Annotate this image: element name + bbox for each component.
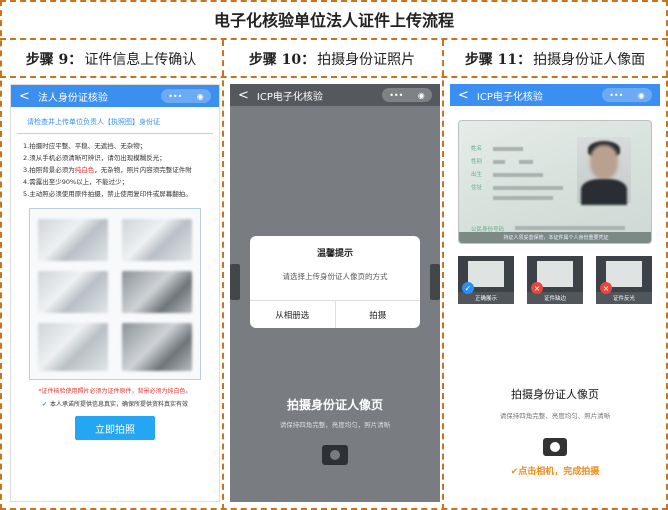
example-thumbnails: ✓ 正确展示 × 证件缺边 × 证件反光 [458,256,652,306]
sample-image [122,271,192,313]
phone-screen-step-11: < ICP电子化核验 ••• ◉ 姓名 性别 出生 住址 公民身份号码 持证人须… [450,84,660,502]
capture-subtitle: 请保持四角完整，亮度均匀，照片清晰 [279,421,391,429]
page-title: 电子化核验单位法人证件上传流程 [0,0,668,40]
frame-edge [230,264,240,300]
capsule-menu[interactable]: ••• ◉ [382,88,432,102]
capture-subtitle: 请保持四角完整、亮度均匀、照片清晰 [499,412,611,420]
dialog-title: 温馨提示 [316,249,353,259]
camera-icon[interactable] [322,445,348,465]
upload-method-dialog: 温馨提示 请选择上传身份证人像页的方式 从相册选 拍摄 [250,236,420,328]
nav-title: 法人身份证核验 [37,92,108,104]
sample-photos-box [29,208,201,380]
capsule-menu[interactable]: ••• ◉ [602,88,652,102]
capture-hint: ✔点击相机，完成拍摄 [510,467,600,477]
nav-bar: < ICP电子化核验 ••• ◉ [230,84,440,106]
sample-image [122,219,192,261]
close-target-icon[interactable]: ◉ [418,91,425,100]
camera-overlay: 温馨提示 请选择上传身份证人像页的方式 从相册选 拍摄 拍摄身份证人像页 请保持… [230,106,440,502]
agreement-text: 本人承诺所提供信息真实，确保所提供资料真实有效 [50,401,189,408]
example-correct: ✓ 正确展示 [458,256,514,306]
more-icon[interactable]: ••• [389,91,403,100]
agreement-checkbox[interactable]: ✔ 本人承诺所提供信息真实，确保所提供资料真实有效 [11,399,219,408]
sample-image [38,219,108,261]
sample-image [122,323,192,371]
sample-image [38,323,108,371]
phone-screen-step-10: < ICP电子化核验 ••• ◉ 温馨提示 请选择上传身份证人像页的方式 从相册… [230,84,440,502]
rule-item: 4.需露出至少90%以上，不能过少； [23,178,129,186]
step-10-label: 步骤 10： 拍摄身份证照片 [222,40,442,78]
id-card-sample: 姓名 性别 出生 住址 公民身份号码 持证人须妥善保管，本证件属个人身份重要凭证 [458,120,652,244]
nav-bar: < ICP电子化核验 ••• ◉ [450,84,660,106]
more-icon[interactable]: ••• [609,91,623,100]
rule-highlight: 纯白色 [74,166,95,174]
close-target-icon[interactable]: ◉ [638,91,645,100]
id-label: 住址 [471,185,483,191]
sample-image [38,271,108,313]
column-divider [222,40,224,510]
camera-capture-button[interactable]: 拍摄 [334,301,421,328]
id-card-footer: 持证人须妥善保管，本证件属个人身份重要凭证 [459,232,651,243]
capture-guide: 拍摄身份证人像页 请保持四角完整，亮度均匀，照片清晰 [230,396,440,465]
check-icon: ✓ [462,282,474,294]
dialog-message: 请选择上传身份证人像页的方式 [282,272,388,281]
step-11-number: 步骤 11： [464,52,532,68]
more-icon[interactable]: ••• [168,92,182,101]
cross-icon: × [600,282,612,294]
capture-title: 拍摄身份证人像页 [286,398,383,412]
dialog-actions: 从相册选 拍摄 [250,300,420,328]
choose-from-album-button[interactable]: 从相册选 [250,301,335,328]
checkmark-icon[interactable]: ✔ [42,401,47,408]
id-label: 姓名 [471,146,483,152]
step-9-number: 步骤 9： [25,52,83,68]
back-icon[interactable]: < [238,88,249,103]
column-divider [442,40,444,510]
frame-edge [430,264,440,300]
nav-title: ICP电子化核验 [256,91,323,103]
warning-text: *证件核验使用照片必须为证件原件，背景必须为纯白色。 [38,388,192,395]
rule-item: 5.主动照必须使用原件拍摄，禁止使用复印件或屏幕翻拍。 [23,190,192,198]
id-field-labels: 姓名 性别 出生 住址 [471,143,482,195]
cross-icon: × [531,282,543,294]
id-label: 出生 [471,172,483,178]
photo-rules-list: 1.拍摄时应平整、平稳、无遮挡、无杂物； 2.须从手机必须清晰可辨识，请勿出现模… [11,134,219,206]
rule-item: 2.须从手机必须清晰可辨识，请勿出现模糊反光； [23,154,166,162]
close-target-icon[interactable]: ◉ [197,92,204,101]
step-11-text: 拍摄身份证人像面 [533,52,646,68]
step-9-label: 步骤 9： 证件信息上传确认 [0,40,222,78]
id-label: 性别 [471,159,483,165]
phone-screen-step-9: < 法人身份证核验 ••• ◉ 请检查并上传单位负责人【执照图】身份证 1.拍摄… [10,84,220,502]
nav-title: ICP电子化核验 [476,91,543,103]
step-9-text: 证件信息上传确认 [84,52,197,68]
back-icon[interactable]: < [19,89,30,104]
step-11-label: 步骤 11： 拍摄身份证人像面 [442,40,668,78]
back-icon[interactable]: < [458,88,469,103]
example-glare: × 证件反光 [596,256,652,306]
step-10-number: 步骤 10： [248,52,316,68]
step-10-text: 拍摄身份证照片 [317,52,416,68]
capture-guide: 拍摄身份证人像页 请保持四角完整、亮度均匀、照片清晰 ✔点击相机，完成拍摄 [450,386,660,477]
example-missing-edge: × 证件缺边 [527,256,583,306]
capture-title: 拍摄身份证人像页 [511,388,599,401]
take-photo-button[interactable]: 立即拍照 [75,416,155,440]
nav-bar: < 法人身份证核验 ••• ◉ [11,85,219,107]
rule-item: 1.拍摄时应平整、平稳、无遮挡、无杂物； [23,142,147,150]
id-portrait [577,137,631,205]
rule-item: 3.拍照背景必须为纯白色，无杂物，照片内容须完整证件附 [23,166,192,174]
steps-row: 步骤 9： 证件信息上传确认 步骤 10： 拍摄身份证照片 步骤 11： 拍摄身… [0,40,668,78]
camera-icon[interactable] [543,438,567,456]
upload-instruction-heading: 请检查并上传单位负责人【执照图】身份证 [17,107,213,134]
capsule-menu[interactable]: ••• ◉ [161,89,211,103]
